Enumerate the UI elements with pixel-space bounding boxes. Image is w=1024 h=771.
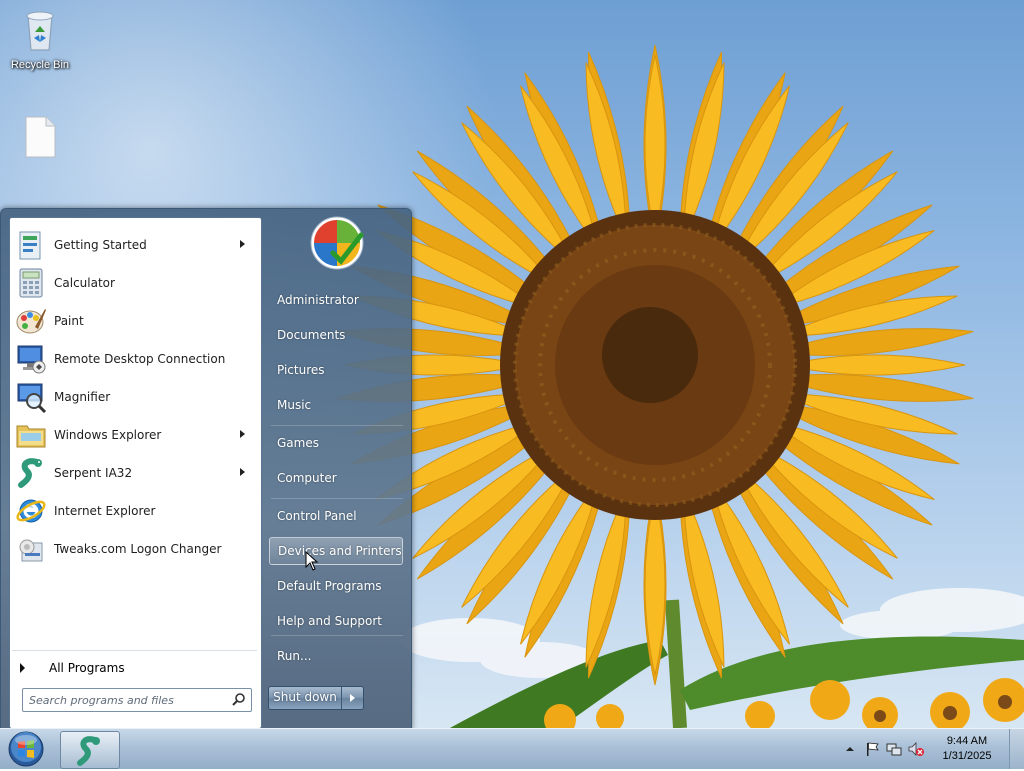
taskbar-app-serpent[interactable] bbox=[60, 731, 120, 769]
program-paint[interactable]: Paint bbox=[12, 302, 257, 340]
program-internet-explorer[interactable]: Internet Explorer bbox=[12, 492, 257, 530]
program-magnifier[interactable]: Magnifier bbox=[12, 378, 257, 416]
user-picture-icon[interactable] bbox=[309, 215, 365, 271]
getting-started-icon bbox=[14, 228, 48, 262]
menu-default-programs[interactable]: Default Programs bbox=[269, 572, 403, 600]
program-label: Paint bbox=[54, 314, 84, 328]
system-tray: 9:44 AM 1/31/2025 bbox=[834, 729, 1024, 769]
menu-pictures[interactable]: Pictures bbox=[269, 356, 403, 384]
menu-documents[interactable]: Documents bbox=[269, 321, 403, 349]
show-hidden-icons-arrow-icon[interactable] bbox=[842, 741, 858, 757]
desktop-icon-label: Recycle Bin bbox=[10, 59, 70, 71]
submenu-arrow-icon[interactable] bbox=[240, 468, 245, 476]
sunflower-petal bbox=[784, 354, 966, 376]
recycle-bin-icon bbox=[26, 11, 54, 51]
submenu-arrow-icon[interactable] bbox=[240, 240, 245, 248]
clock-date: 1/31/2025 bbox=[942, 750, 992, 762]
magnifier-icon bbox=[14, 380, 48, 414]
search-box bbox=[22, 688, 252, 712]
menu-separator bbox=[271, 498, 403, 499]
serpent-icon bbox=[77, 736, 100, 766]
blank-file-icon bbox=[25, 116, 56, 158]
show-desktop-button[interactable] bbox=[1009, 729, 1024, 769]
menu-computer[interactable]: Computer bbox=[269, 464, 403, 492]
menu-games[interactable]: Games bbox=[269, 429, 403, 457]
network-icon[interactable] bbox=[886, 741, 902, 757]
program-remote-desktop-connection[interactable]: Remote Desktop Connection bbox=[12, 340, 257, 378]
start-menu: Getting Started Calculator Paint Remote … bbox=[0, 208, 412, 730]
menu-separator bbox=[271, 635, 403, 636]
paint-icon bbox=[14, 304, 48, 338]
program-serpent-ia32[interactable]: Serpent IA32 bbox=[12, 454, 257, 492]
folder-icon bbox=[14, 418, 48, 452]
menu-run[interactable]: Run... bbox=[269, 642, 403, 670]
clock-time: 9:44 AM bbox=[946, 735, 988, 747]
program-label: Windows Explorer bbox=[54, 428, 162, 442]
search-icon[interactable] bbox=[231, 692, 247, 708]
start-menu-program-list: Getting Started Calculator Paint Remote … bbox=[9, 217, 262, 729]
menu-control-panel[interactable]: Control Panel bbox=[269, 502, 403, 530]
program-label: Calculator bbox=[54, 276, 115, 290]
calculator-icon bbox=[14, 266, 48, 300]
all-programs-label: All Programs bbox=[49, 661, 125, 675]
menu-help-and-support[interactable]: Help and Support bbox=[269, 607, 403, 635]
program-label: Tweaks.com Logon Changer bbox=[54, 542, 222, 556]
all-programs-button[interactable]: All Programs bbox=[12, 650, 257, 685]
program-windows-explorer[interactable]: Windows Explorer bbox=[12, 416, 257, 454]
start-menu-right-column: Administrator Documents Pictures Music G… bbox=[263, 209, 409, 729]
shutdown-options-button[interactable] bbox=[342, 687, 363, 709]
logon-changer-icon bbox=[14, 532, 48, 566]
menu-music[interactable]: Music bbox=[269, 391, 403, 419]
menu-separator bbox=[271, 425, 403, 426]
program-label: Remote Desktop Connection bbox=[54, 352, 226, 366]
program-tweaks-logon-changer[interactable]: Tweaks.com Logon Changer bbox=[12, 530, 257, 568]
desktop-icon-recycle-bin[interactable]: Recycle Bin bbox=[2, 6, 78, 71]
clock[interactable]: 9:44 AM 1/31/2025 bbox=[932, 734, 1002, 764]
taskbar: 9:44 AM 1/31/2025 bbox=[0, 728, 1024, 769]
search-input[interactable] bbox=[27, 691, 226, 709]
shutdown-button-group: Shut down bbox=[268, 686, 364, 710]
menu-administrator[interactable]: Administrator bbox=[269, 286, 403, 314]
program-label: Magnifier bbox=[54, 390, 111, 404]
shutdown-button[interactable]: Shut down bbox=[269, 687, 342, 709]
chevron-right-icon bbox=[350, 694, 355, 702]
program-label: Internet Explorer bbox=[54, 504, 156, 518]
program-label: Serpent IA32 bbox=[54, 466, 133, 480]
desktop-icon-file[interactable] bbox=[2, 114, 78, 163]
submenu-arrow-icon[interactable] bbox=[240, 430, 245, 438]
program-getting-started[interactable]: Getting Started bbox=[12, 226, 257, 264]
menu-devices-and-printers[interactable]: Devices and Printers bbox=[269, 537, 403, 565]
all-programs-arrow-icon bbox=[20, 663, 25, 673]
remote-desktop-icon bbox=[14, 342, 48, 376]
mouse-cursor-icon bbox=[305, 551, 319, 571]
internet-explorer-icon bbox=[14, 494, 48, 528]
program-label: Getting Started bbox=[54, 238, 147, 252]
volume-muted-icon[interactable] bbox=[908, 741, 924, 757]
start-orb-button[interactable] bbox=[4, 730, 48, 768]
action-center-flag-icon[interactable] bbox=[864, 741, 880, 757]
program-calculator[interactable]: Calculator bbox=[12, 264, 257, 302]
serpent-icon bbox=[14, 456, 48, 490]
